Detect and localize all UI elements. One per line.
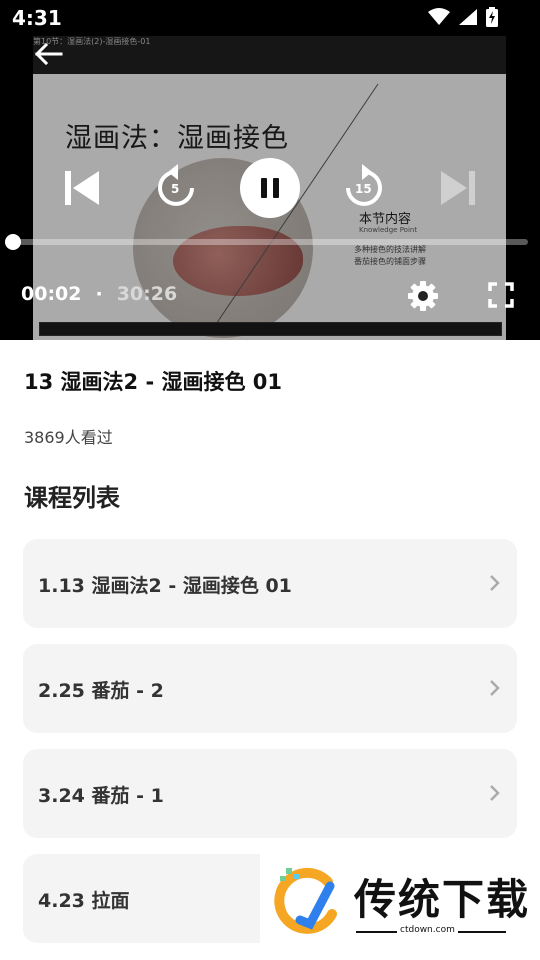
course-item-label: 1.13 湿画法2 - 湿画接色 01 bbox=[38, 575, 292, 597]
previous-button[interactable] bbox=[52, 158, 112, 218]
pause-button[interactable] bbox=[240, 158, 300, 218]
battery-icon bbox=[486, 7, 498, 31]
course-item[interactable]: 2.25 番茄 - 2 bbox=[23, 644, 517, 733]
signal-icon bbox=[458, 8, 478, 30]
current-time: 00:02 bbox=[21, 283, 82, 305]
chevron-right-icon bbox=[490, 785, 500, 801]
status-bar: 4:31 bbox=[0, 0, 540, 36]
settings-button[interactable] bbox=[405, 278, 441, 314]
status-time: 4:31 bbox=[12, 6, 62, 30]
seek-bar[interactable] bbox=[4, 234, 528, 250]
fullscreen-icon bbox=[488, 282, 514, 308]
course-item-label: 2.25 番茄 - 2 bbox=[38, 680, 164, 702]
course-item[interactable]: 1.13 湿画法2 - 湿画接色 01 bbox=[23, 539, 517, 628]
wifi-icon bbox=[428, 8, 450, 30]
course-list-title: 课程列表 bbox=[24, 484, 120, 512]
video-player[interactable]: 第10节：湿画法(2)-湿画接色-01 湿画法：湿画接色 本节内容 Knowle… bbox=[0, 0, 540, 340]
skip-previous-icon bbox=[65, 171, 99, 205]
rewind-seconds: 5 bbox=[171, 182, 180, 196]
back-button[interactable] bbox=[30, 38, 66, 70]
skip-next-icon bbox=[441, 171, 475, 205]
forward-seconds: 15 bbox=[355, 182, 372, 196]
time-display: 00:02 · 30:26 bbox=[21, 283, 177, 305]
rewind-button[interactable]: 5 bbox=[146, 158, 206, 218]
course-item[interactable]: 3.24 番茄 - 1 bbox=[23, 749, 517, 838]
forward-button[interactable]: 15 bbox=[334, 158, 394, 218]
chevron-right-icon bbox=[490, 680, 500, 696]
time-separator: · bbox=[95, 283, 103, 305]
total-duration: 30:26 bbox=[116, 283, 178, 305]
next-button[interactable] bbox=[428, 158, 488, 218]
arrow-left-icon bbox=[34, 42, 63, 66]
watermark-brand: 传统下载 bbox=[354, 875, 531, 924]
watermark-logo bbox=[274, 867, 337, 934]
watermark-url: ctdown.com bbox=[397, 925, 458, 935]
course-item-label: 3.24 番茄 - 1 bbox=[38, 785, 164, 807]
watermark: 传统下载 ctdown.com bbox=[260, 854, 540, 960]
seek-thumb[interactable] bbox=[4, 234, 21, 250]
video-title: 13 湿画法2 - 湿画接色 01 bbox=[24, 370, 283, 394]
course-item-label: 4.23 拉面 bbox=[38, 890, 130, 912]
pause-icon bbox=[240, 158, 300, 218]
fullscreen-button[interactable] bbox=[484, 278, 518, 312]
chevron-right-icon bbox=[490, 575, 500, 591]
gear-icon bbox=[408, 281, 438, 311]
view-count: 3869人看过 bbox=[24, 428, 113, 447]
